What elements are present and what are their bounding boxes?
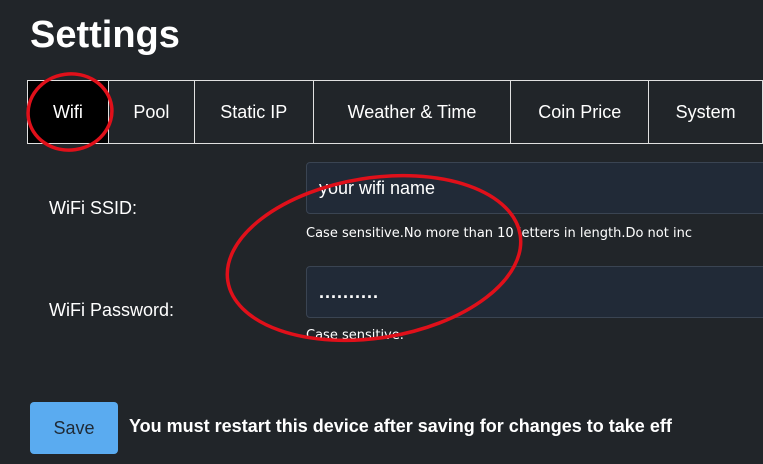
tab-static-ip[interactable]: Static IP <box>195 81 314 143</box>
save-button[interactable]: Save <box>30 402 118 454</box>
settings-tabs: Wifi Pool Static IP Weather & Time Coin … <box>27 80 763 144</box>
tab-wifi[interactable]: Wifi <box>28 81 109 143</box>
wifi-password-label: WiFi Password: <box>49 300 175 320</box>
tab-system[interactable]: System <box>649 81 763 143</box>
tab-coin-price[interactable]: Coin Price <box>511 81 650 143</box>
page-title: Settings <box>30 14 180 56</box>
tab-pool[interactable]: Pool <box>109 81 195 143</box>
wifi-ssid-help: Case sensitive.No more than 10 letters i… <box>306 226 692 241</box>
wifi-ssid-label: WiFi SSID: <box>49 198 137 218</box>
wifi-password-input[interactable] <box>306 266 763 318</box>
wifi-ssid-input[interactable] <box>306 162 763 214</box>
wifi-password-help: Case sensitive. <box>306 328 404 343</box>
tab-weather-time[interactable]: Weather & Time <box>314 81 512 143</box>
restart-note: You must restart this device after savin… <box>129 416 672 436</box>
